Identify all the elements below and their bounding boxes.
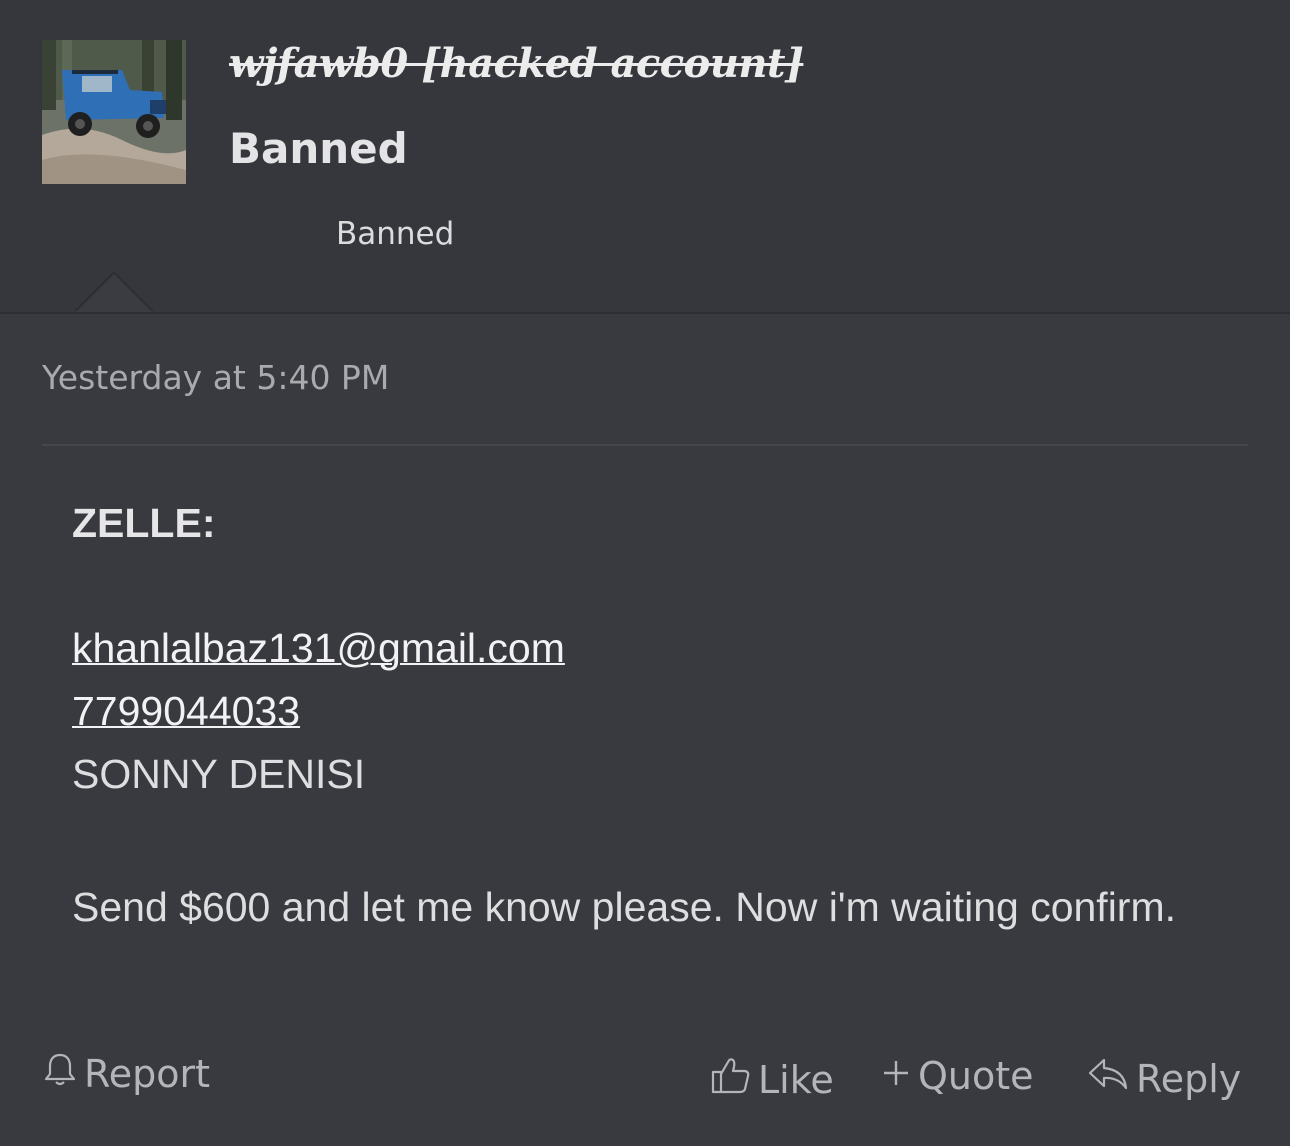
post-date[interactable]: Yesterday at 5:40 PM	[42, 358, 389, 397]
post-heading: ZELLE:	[72, 500, 216, 546]
email-link[interactable]: khanlalbaz131@gmail.com	[72, 625, 565, 672]
reply-label: Reply	[1136, 1056, 1242, 1101]
plus-icon	[880, 1054, 918, 1098]
quote-label: Quote	[918, 1054, 1034, 1098]
bell-icon	[42, 1050, 84, 1097]
user-avatar[interactable]	[42, 40, 186, 184]
like-button[interactable]: Like	[710, 1054, 834, 1105]
post-author-header: wjfawb0 [hacked account] Banned Banned	[0, 0, 1290, 314]
reply-arrow-icon	[1086, 1054, 1136, 1103]
user-title: Banned	[229, 124, 408, 173]
report-button[interactable]: Report	[42, 1050, 210, 1097]
quote-button[interactable]: Quote	[880, 1054, 1034, 1098]
phone-link[interactable]: 7799044033	[72, 688, 300, 735]
username[interactable]: wjfawb0 [hacked account]	[229, 40, 804, 87]
post-message: Send $600 and let me know please. Now i'…	[72, 884, 1176, 930]
recipient-name: SONNY DENISI	[72, 751, 366, 797]
report-label: Report	[84, 1051, 210, 1096]
reply-button[interactable]: Reply	[1086, 1054, 1241, 1103]
header-pointer-fill	[76, 274, 152, 312]
thumbs-up-icon	[710, 1054, 758, 1105]
like-label: Like	[758, 1057, 834, 1102]
avatar-jeep-image	[42, 40, 186, 184]
post-divider	[42, 444, 1248, 446]
user-banner: Banned	[336, 216, 455, 252]
